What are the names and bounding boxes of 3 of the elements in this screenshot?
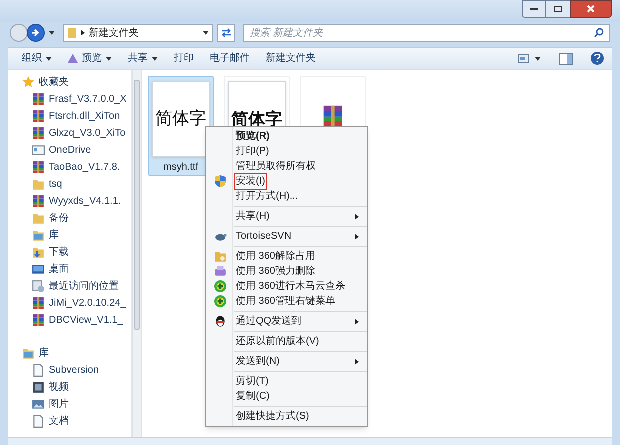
- file-name: msyh.ttf: [163, 161, 198, 175]
- address-path: 新建文件夹: [89, 26, 140, 40]
- font-preview: 简体字: [152, 81, 210, 157]
